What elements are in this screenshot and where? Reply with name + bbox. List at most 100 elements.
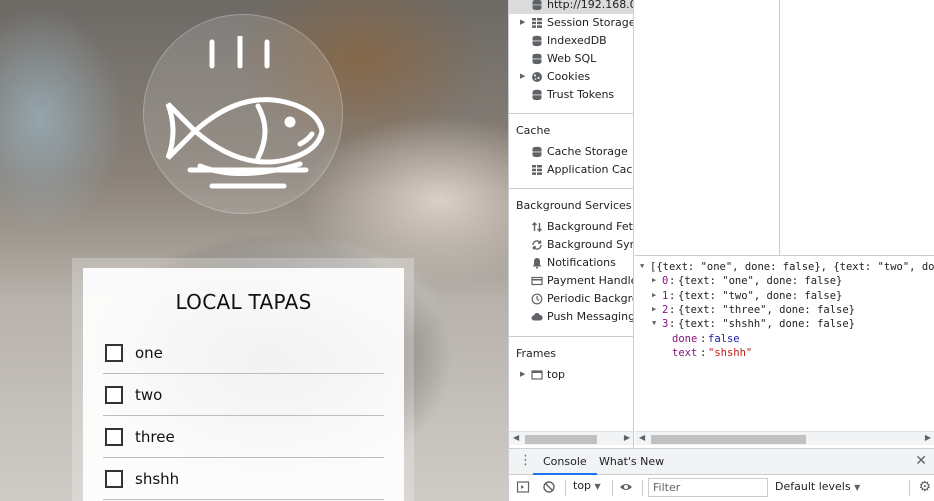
- todo-item: two: [103, 374, 384, 416]
- grid-icon: [532, 18, 542, 28]
- value-pane-horizontal-scrollbar[interactable]: ◀ ▶: [635, 431, 934, 445]
- sidebar-item-label: Session Storage: [547, 16, 634, 29]
- clear-console-icon[interactable]: [542, 480, 556, 494]
- sidebar-item-label: Periodic Background: [547, 292, 633, 305]
- console-filter-input[interactable]: [648, 478, 768, 497]
- more-options-icon[interactable]: ⋮: [519, 454, 532, 470]
- console-toolbar: top ▼ Default levels ▼ ⚙: [509, 475, 934, 501]
- database-icon: [532, 89, 542, 101]
- log-levels-dropdown[interactable]: Default levels ▼: [775, 480, 860, 493]
- sidebar-item-label: Cache Storage: [547, 145, 628, 158]
- expand-arrow-icon[interactable]: ▶: [520, 72, 525, 80]
- card-icon: [531, 276, 543, 286]
- toolbar-divider: [565, 480, 566, 496]
- scroll-right-arrow-icon[interactable]: ▶: [925, 433, 931, 442]
- sync-icon: [532, 240, 542, 250]
- todo-checkbox[interactable]: [105, 470, 123, 488]
- close-drawer-icon[interactable]: ✕: [915, 453, 927, 469]
- scrollbar-thumb[interactable]: [525, 435, 597, 444]
- property-key: done: [672, 333, 698, 345]
- sidebar-item-trust-tokens[interactable]: Trust Tokens: [509, 86, 633, 104]
- sidebar-item-application-cache[interactable]: Application Cache: [509, 161, 633, 179]
- context-value: top: [573, 479, 592, 492]
- sidebar-item-label: Notifications: [547, 256, 616, 269]
- fish-logo-icon: [165, 36, 325, 189]
- scroll-left-arrow-icon[interactable]: ◀: [513, 433, 519, 442]
- sidebar-item-cache-storage[interactable]: Cache Storage: [509, 143, 633, 161]
- sidebar-item-payment-handler[interactable]: Payment Handler: [509, 272, 634, 290]
- expand-arrow-icon[interactable]: ▶: [520, 370, 525, 378]
- sidebar-item-label: Cookies: [547, 70, 591, 83]
- sidebar-item-label: Background Sync: [547, 238, 634, 251]
- sidebar-item-label: Application Cache: [547, 163, 633, 176]
- array-index: 2: [662, 304, 669, 316]
- scrollbar-thumb[interactable]: [651, 435, 806, 444]
- array-entry-value: {text: "three", done: false}: [678, 304, 856, 316]
- todo-item: shshh: [103, 458, 384, 500]
- cloud-icon: [531, 312, 543, 321]
- todo-checkbox[interactable]: [105, 386, 123, 404]
- sidebar-horizontal-scrollbar[interactable]: ◀ ▶: [509, 431, 633, 445]
- sidebar-item-web-sql[interactable]: Web SQL: [509, 50, 633, 68]
- array-entry-value: {text: "one", done: false}: [678, 275, 843, 287]
- section-divider: [509, 336, 633, 337]
- todo-checkbox[interactable]: [105, 344, 123, 362]
- array-index: 1: [662, 290, 669, 302]
- page-title: LOCAL TAPAS: [175, 290, 312, 314]
- scroll-right-arrow-icon[interactable]: ▶: [624, 433, 630, 442]
- sidebar-item-notifications[interactable]: Notifications: [509, 254, 633, 272]
- sidebar-item-frame-top[interactable]: ▶ top: [509, 366, 633, 384]
- sidebar-item-label: http://192.168.0: [547, 0, 634, 11]
- sidebar-item-push-messaging[interactable]: Push Messaging: [509, 308, 633, 326]
- database-icon: [532, 35, 542, 47]
- database-icon: [532, 0, 542, 11]
- frame-icon: [531, 370, 543, 380]
- property-value: false: [708, 333, 740, 345]
- grid-column-divider[interactable]: [779, 0, 780, 256]
- section-header-frames: Frames: [516, 347, 557, 360]
- array-entry-value: {text: "shshh", done: false}: [678, 318, 856, 330]
- tab-whats-new[interactable]: What's New: [589, 449, 674, 475]
- sidebar-item-periodic-background-sync[interactable]: Periodic Background: [509, 290, 633, 308]
- array-index: 3: [662, 318, 669, 330]
- sidebar-item-label: Background Fetch: [547, 220, 633, 233]
- drawer-tab-bar: ⋮ Console What's New ✕: [509, 448, 934, 475]
- todo-card: LOCAL TAPAS one two three shshh: [83, 268, 404, 501]
- array-entry-value: {text: "two", done: false}: [678, 290, 843, 302]
- expand-arrow-icon[interactable]: ▶: [652, 291, 656, 299]
- sidebar-toggle-icon[interactable]: [516, 480, 530, 494]
- devtools-panel: http://192.168.0 ▶ Session Storage Index…: [508, 0, 934, 501]
- sidebar-item-local-storage-origin[interactable]: http://192.168.0: [509, 0, 634, 14]
- expand-arrow-icon[interactable]: ▶: [652, 305, 656, 313]
- todo-item: three: [103, 416, 384, 458]
- todo-text: shshh: [135, 470, 180, 488]
- tab-console[interactable]: Console: [533, 449, 597, 475]
- sidebar-item-label: IndexedDB: [547, 34, 607, 47]
- sidebar-item-label: Web SQL: [547, 52, 597, 65]
- sidebar-item-indexeddb[interactable]: IndexedDB: [509, 32, 633, 50]
- gear-icon[interactable]: ⚙: [918, 479, 931, 495]
- eye-icon[interactable]: [619, 480, 633, 494]
- sidebar-item-session-storage[interactable]: ▶ Session Storage: [509, 14, 634, 32]
- todo-text: one: [135, 344, 163, 362]
- toolbar-divider: [642, 480, 643, 496]
- expand-arrow-icon[interactable]: ▶: [520, 18, 525, 26]
- collapse-arrow-icon[interactable]: ▼: [640, 262, 644, 270]
- sidebar-item-label: Payment Handler: [547, 274, 634, 287]
- sidebar-item-label: top: [547, 368, 566, 381]
- sidebar-item-background-sync[interactable]: Background Sync: [509, 236, 634, 254]
- collapse-arrow-icon[interactable]: ▼: [652, 319, 656, 327]
- todo-text: three: [135, 428, 175, 446]
- sidebar-item-cookies[interactable]: ▶ Cookies: [509, 68, 633, 86]
- value-summary-text: [{text: "one", done: false}, {text: "two…: [650, 261, 934, 273]
- sidebar-item-background-fetch[interactable]: Background Fetch: [509, 218, 633, 236]
- sidebar-item-label: Trust Tokens: [547, 88, 615, 101]
- storage-key-value-grid[interactable]: [635, 0, 934, 256]
- section-divider: [509, 188, 633, 189]
- todo-checkbox[interactable]: [105, 428, 123, 446]
- scroll-left-arrow-icon[interactable]: ◀: [639, 433, 645, 442]
- web-page-viewport: LOCAL TAPAS one two three shshh: [0, 0, 508, 501]
- expand-arrow-icon[interactable]: ▶: [652, 276, 656, 284]
- toolbar-divider: [612, 480, 613, 496]
- context-selector[interactable]: top ▼: [573, 479, 601, 492]
